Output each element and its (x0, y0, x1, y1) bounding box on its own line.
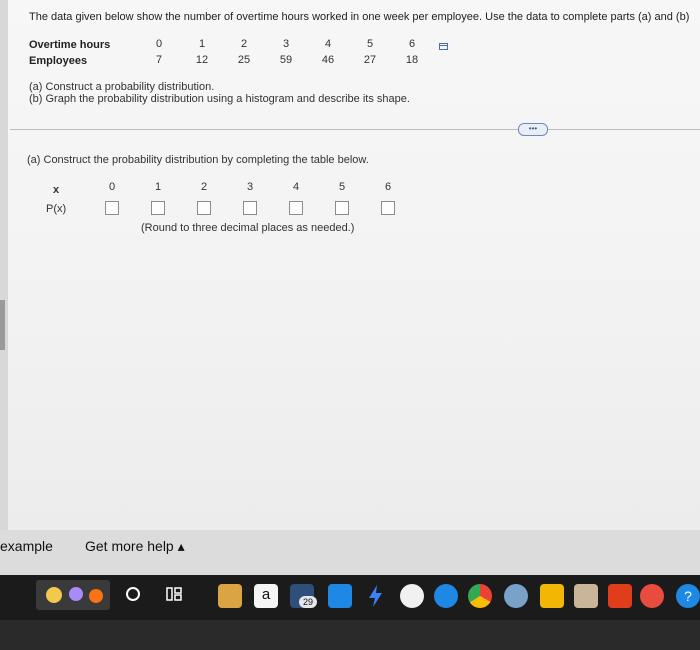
chrome-profile-icon[interactable] (640, 584, 664, 608)
x-value: 2 (200, 181, 208, 193)
px-input-6[interactable] (381, 201, 395, 215)
edge-browser-icon[interactable] (434, 584, 458, 608)
screen: The data given below show the number of … (0, 0, 700, 650)
question-prompt: (a) Construct the probability distributi… (27, 154, 369, 166)
expand-data-icon[interactable] (439, 43, 448, 50)
amazon-app-icon[interactable]: a (254, 584, 278, 608)
office-app-icon[interactable] (608, 584, 632, 608)
question-panel (8, 0, 700, 530)
left-scrollbar[interactable] (0, 0, 8, 530)
get-more-help-button[interactable]: Get more help ▴ (85, 538, 185, 555)
weather-app-icon[interactable] (504, 584, 528, 608)
part-b-text: (b) Graph the probability distribution u… (29, 93, 410, 105)
calculator-app-icon[interactable] (218, 584, 242, 608)
x-row-label: x (53, 184, 60, 196)
px-input-1[interactable] (151, 201, 165, 215)
scroll-thumb[interactable] (0, 300, 5, 350)
hours-value: 4 (324, 38, 332, 50)
task-view-icon[interactable] (165, 585, 183, 603)
hours-value: 0 (155, 38, 163, 50)
music-app-icon[interactable] (400, 584, 424, 608)
px-input-4[interactable] (289, 201, 303, 215)
hours-value: 3 (282, 38, 290, 50)
employees-value: 12 (195, 54, 209, 66)
monitor-bezel (0, 620, 700, 650)
x-value: 6 (384, 181, 392, 193)
employees-label: Employees (29, 55, 88, 67)
hours-value: 1 (198, 38, 206, 50)
section-divider (10, 129, 700, 130)
pinned-sticker-icon[interactable] (36, 580, 110, 610)
example-link[interactable]: example (0, 538, 53, 554)
px-row-label: P(x) (46, 203, 67, 215)
circle-search-icon[interactable] (125, 586, 141, 602)
px-input-3[interactable] (243, 201, 257, 215)
overtime-hours-label: Overtime hours (29, 39, 111, 51)
employees-value: 59 (279, 54, 293, 66)
x-value: 0 (108, 181, 116, 193)
lightning-app-icon[interactable] (366, 584, 386, 608)
px-input-0[interactable] (105, 201, 119, 215)
photo-app-icon[interactable] (574, 584, 598, 608)
x-value: 5 (338, 181, 346, 193)
hours-value: 6 (408, 38, 416, 50)
employees-value: 27 (363, 54, 377, 66)
part-a-text: (a) Construct a probability distribution… (29, 81, 215, 93)
help-app-icon[interactable]: ? (676, 584, 700, 608)
hours-value: 2 (240, 38, 248, 50)
x-value: 3 (246, 181, 254, 193)
more-button[interactable]: ••• (518, 123, 548, 136)
hours-value: 5 (366, 38, 374, 50)
problem-intro: The data given below show the number of … (29, 11, 690, 23)
employees-value: 7 (155, 54, 163, 66)
px-input-5[interactable] (335, 201, 349, 215)
rounding-note: (Round to three decimal places as needed… (141, 222, 355, 234)
employees-value: 25 (237, 54, 251, 66)
x-value: 4 (292, 181, 300, 193)
px-input-2[interactable] (197, 201, 211, 215)
employees-value: 18 (405, 54, 419, 66)
chrome-browser-icon[interactable] (468, 584, 492, 608)
calendar-badge: 29 (299, 596, 317, 608)
x-value: 1 (154, 181, 162, 193)
employees-value: 46 (321, 54, 335, 66)
file-explorer-icon[interactable] (540, 584, 564, 608)
dropbox-app-icon[interactable] (328, 584, 352, 608)
